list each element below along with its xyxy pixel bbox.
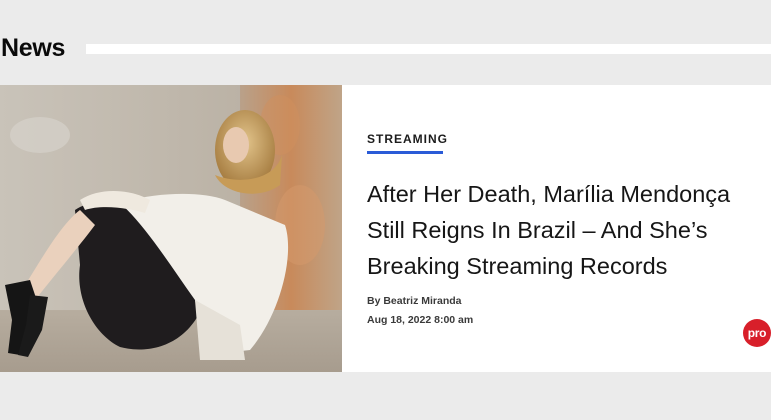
photo-illustration	[0, 85, 342, 372]
section-title: News	[1, 34, 66, 62]
article-card[interactable]: STREAMING After Her Death, Marília Mendo…	[0, 85, 771, 372]
article-image[interactable]	[0, 85, 342, 372]
article-headline[interactable]: After Her Death, Marília Mendonça Still …	[367, 176, 767, 284]
category-label[interactable]: STREAMING	[367, 132, 448, 146]
category-underline	[367, 151, 443, 154]
section-divider	[86, 44, 771, 54]
article-content: STREAMING After Her Death, Marília Mendo…	[342, 85, 771, 372]
article-byline[interactable]: By Beatriz Miranda	[367, 295, 462, 307]
pro-badge-icon: pro	[743, 319, 771, 347]
section-header: News	[0, 30, 771, 66]
article-date: Aug 18, 2022 8:00 am	[367, 314, 474, 326]
